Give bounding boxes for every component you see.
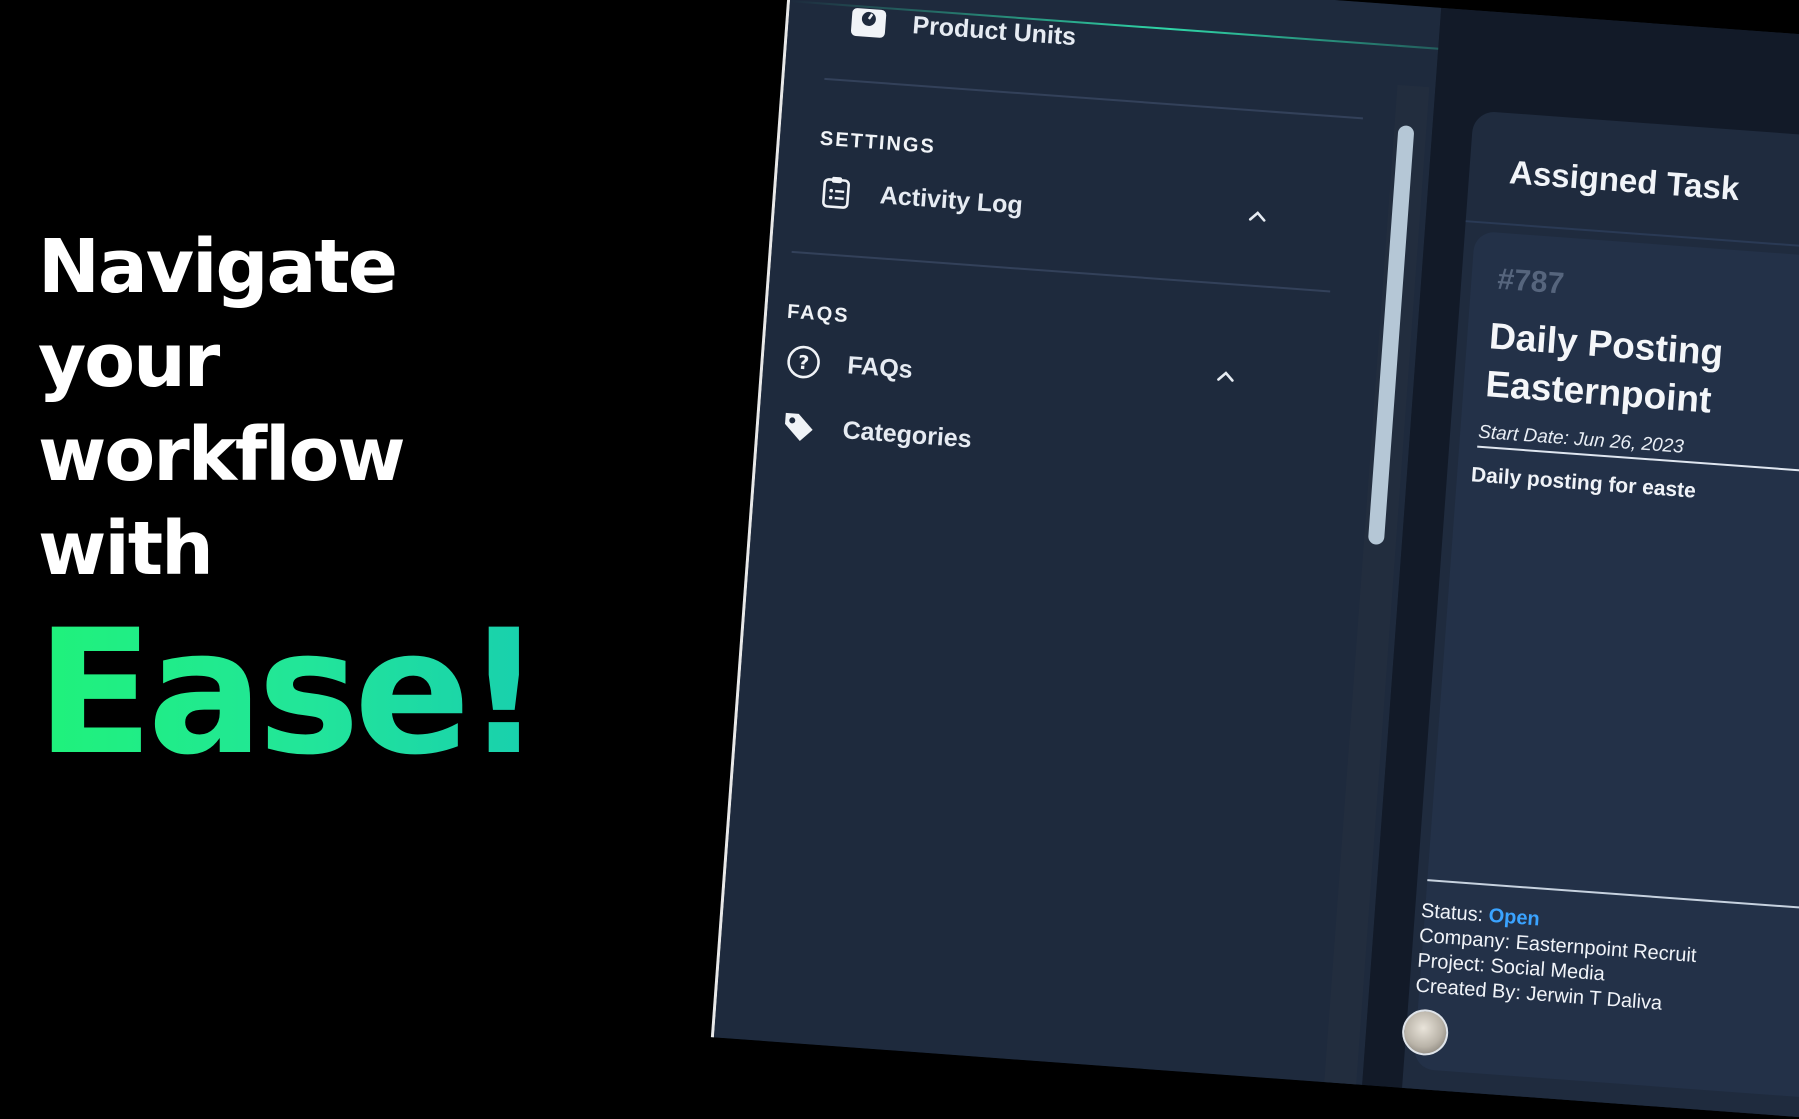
- task-action-button[interactable]: [1387, 1107, 1591, 1119]
- task-card[interactable]: #787 Daily Posting Easternpoint Start Da…: [1387, 230, 1799, 1119]
- promo-panel: Navigate your workflow with Ease!: [0, 0, 820, 922]
- tag-icon: [777, 405, 820, 448]
- sidebar-item-categories[interactable]: Categories: [777, 405, 973, 459]
- assigned-task-panel: Assigned Task #787 Daily Posting Eastern…: [1387, 110, 1799, 1119]
- sidebar-item-label: FAQs: [846, 350, 914, 384]
- sidebar-item-product-units[interactable]: Product Units: [847, 1, 1077, 58]
- task-description: Daily posting for easte: [1470, 463, 1697, 503]
- promo-accent-word: Ease!: [36, 592, 543, 793]
- sidebar: Product Units SETTINGS Activity Log FAQS: [713, 0, 1442, 1085]
- section-title-settings: SETTINGS: [819, 127, 937, 159]
- section-title-faqs: FAQS: [786, 300, 851, 328]
- question-circle-icon: ?: [782, 341, 825, 384]
- status-label: Status:: [1420, 899, 1490, 927]
- sidebar-divider: [824, 77, 1364, 120]
- headline-line: with: [38, 506, 214, 592]
- panel-title: Assigned Task: [1508, 153, 1741, 208]
- headline-line: your: [38, 318, 220, 404]
- chevron-up-icon[interactable]: [1213, 364, 1239, 390]
- sidebar-item-faqs[interactable]: ? FAQs: [782, 341, 914, 390]
- headline-line: Navigate: [38, 224, 398, 310]
- headline-line: workflow: [38, 412, 406, 498]
- sidebar-item-label: Categories: [841, 415, 973, 454]
- svg-text:?: ?: [797, 352, 810, 375]
- promo-headline: Navigate your workflow with: [38, 220, 558, 596]
- clipboard-list-icon: [815, 171, 858, 214]
- chevron-up-icon[interactable]: [1245, 204, 1271, 230]
- sidebar-divider: [791, 250, 1331, 293]
- app-window: Product Units SETTINGS Activity Log FAQS: [710, 0, 1799, 1119]
- task-meta: Status: Open Company: Easternpoint Recru…: [1415, 899, 1799, 1037]
- sidebar-item-label: Activity Log: [879, 180, 1024, 220]
- sidebar-item-activity-log[interactable]: Activity Log: [815, 171, 1024, 226]
- avatar[interactable]: [1400, 1007, 1450, 1058]
- status-badge: Open: [1487, 904, 1541, 931]
- task-id: #787: [1496, 262, 1566, 301]
